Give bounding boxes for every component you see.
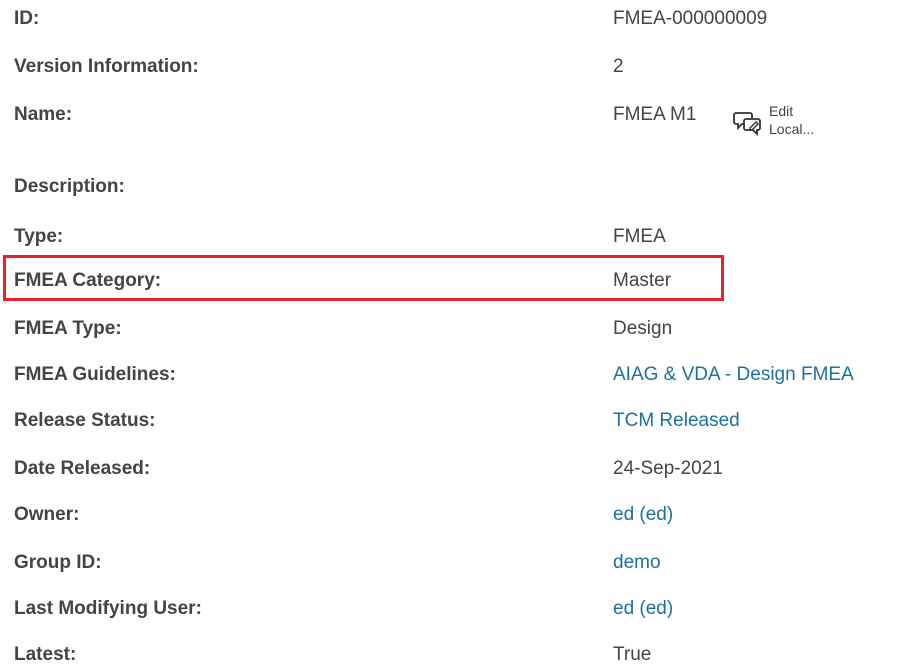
property-label: Latest: bbox=[14, 644, 77, 665]
property-label: Last Modifying User: bbox=[14, 598, 202, 619]
property-value: FMEA-000000009 bbox=[613, 8, 768, 29]
speech-bubbles-edit-icon bbox=[733, 112, 761, 136]
property-label: Name: bbox=[14, 104, 73, 125]
property-row-group-id: Group ID: demo bbox=[0, 548, 912, 578]
property-label: Description: bbox=[14, 176, 125, 197]
release-status-link[interactable]: TCM Released bbox=[613, 410, 740, 432]
property-label: Date Released: bbox=[14, 458, 151, 479]
property-row-release-status: Release Status: TCM Released bbox=[0, 406, 912, 436]
property-value: 2 bbox=[613, 56, 624, 77]
fmea-guidelines-link[interactable]: AIAG & VDA - Design FMEA bbox=[613, 364, 854, 386]
property-label: Release Status: bbox=[14, 410, 156, 431]
property-row-name: Name: FMEA M1 Edit Local... bbox=[0, 100, 912, 152]
group-id-link[interactable]: demo bbox=[613, 552, 661, 574]
property-row-last-modifying-user: Last Modifying User: ed (ed) bbox=[0, 594, 912, 624]
last-modifying-user-link[interactable]: ed (ed) bbox=[613, 598, 673, 620]
property-label: FMEA Guidelines: bbox=[14, 364, 176, 385]
property-label: Group ID: bbox=[14, 552, 102, 573]
property-row-description: Description: bbox=[0, 172, 912, 202]
property-label: Type: bbox=[14, 226, 64, 247]
property-row-id: ID: FMEA-000000009 bbox=[0, 4, 912, 34]
property-label: Owner: bbox=[14, 504, 80, 525]
property-row-date-released: Date Released: 24-Sep-2021 bbox=[0, 454, 912, 484]
property-label: FMEA Category: bbox=[14, 270, 162, 291]
property-value: 24-Sep-2021 bbox=[613, 458, 723, 479]
property-row-fmea-category: FMEA Category: Master bbox=[0, 266, 912, 296]
property-value: FMEA M1 bbox=[613, 104, 697, 125]
property-row-owner: Owner: ed (ed) bbox=[0, 500, 912, 530]
property-row-fmea-guidelines: FMEA Guidelines: AIAG & VDA - Design FME… bbox=[0, 360, 912, 390]
property-value: True bbox=[613, 644, 652, 665]
property-value: Design bbox=[613, 318, 673, 339]
edit-local-button[interactable]: Edit Local... bbox=[733, 100, 843, 146]
property-row-fmea-type: FMEA Type: Design bbox=[0, 314, 912, 344]
property-label: Version Information: bbox=[14, 56, 199, 77]
property-row-latest: Latest: True bbox=[0, 640, 912, 668]
edit-local-label: Edit Local... bbox=[769, 103, 815, 137]
property-value: FMEA bbox=[613, 226, 666, 247]
property-label: FMEA Type: bbox=[14, 318, 122, 339]
property-label: ID: bbox=[14, 8, 40, 29]
property-row-type: Type: FMEA bbox=[0, 222, 912, 252]
owner-link[interactable]: ed (ed) bbox=[613, 504, 673, 526]
property-row-version-information: Version Information: 2 bbox=[0, 52, 912, 82]
property-value: Master bbox=[613, 270, 672, 291]
